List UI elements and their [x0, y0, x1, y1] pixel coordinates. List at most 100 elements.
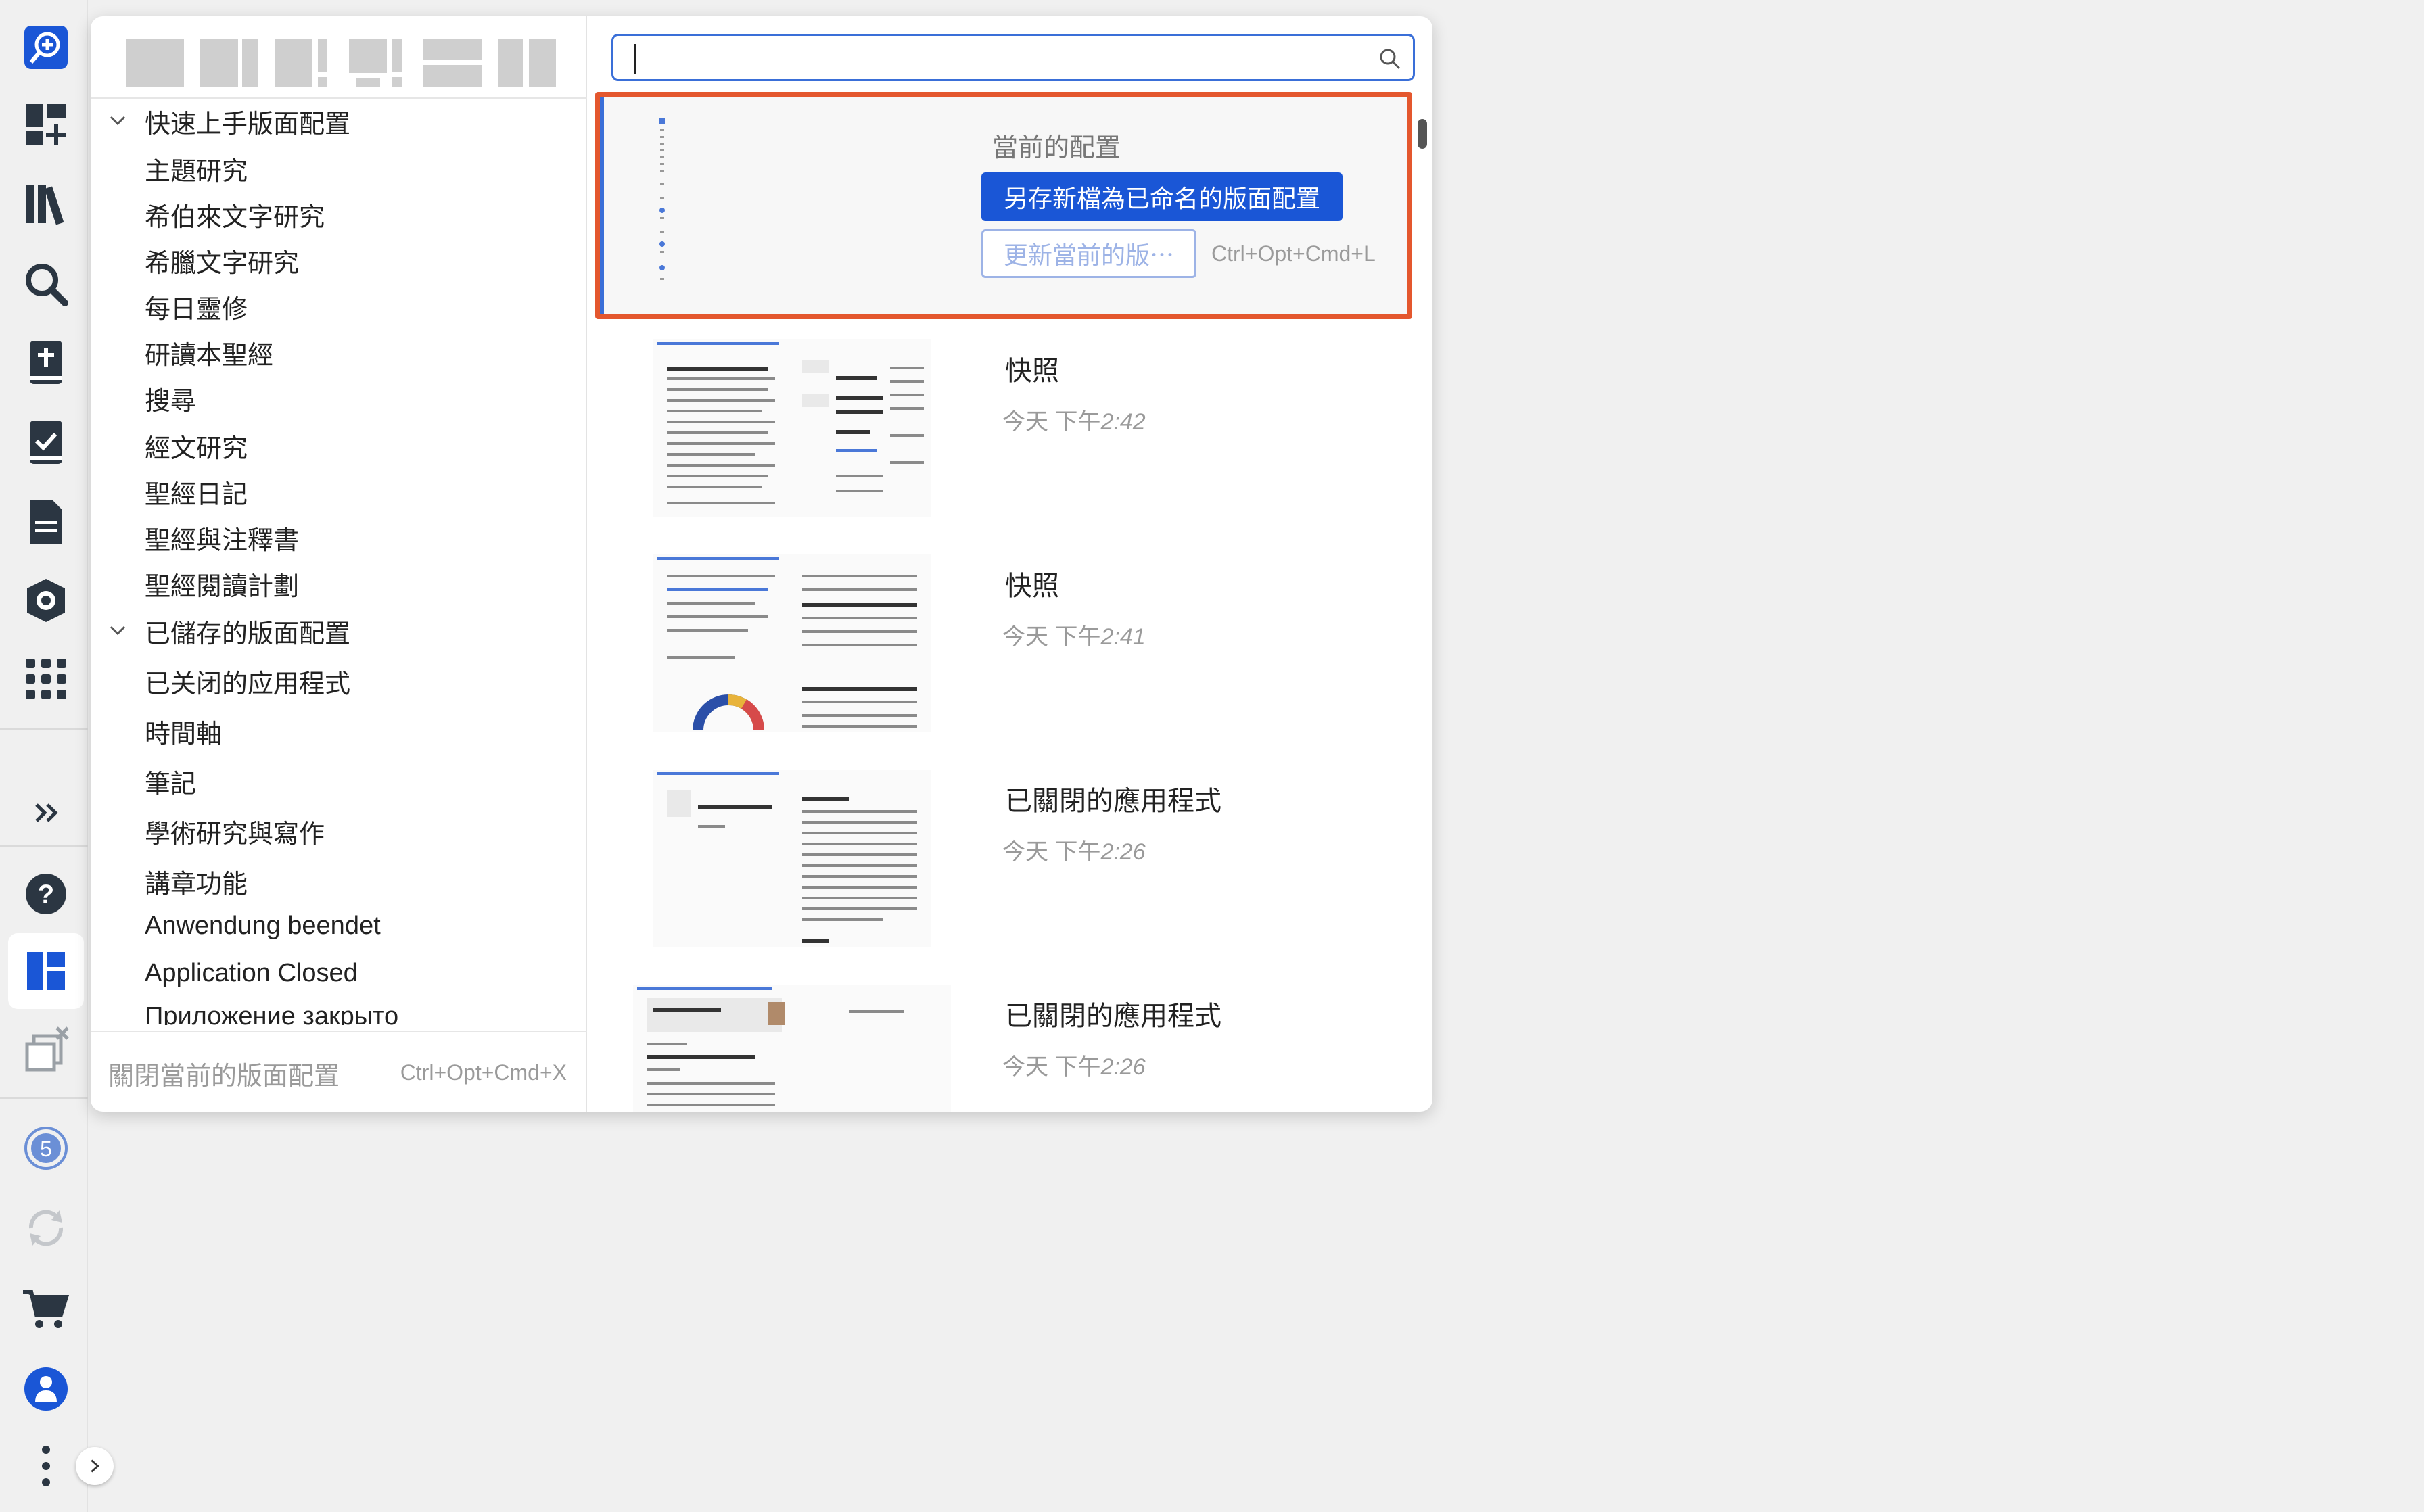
tree-item[interactable]: 研讀本聖經	[91, 330, 587, 375]
layout-entry-title: 快照	[1005, 356, 1059, 386]
layout-entry[interactable]: 快照 今天 下午2:42	[613, 329, 1397, 531]
tree-item[interactable]: 學術研究與寫作	[91, 809, 587, 853]
search-icon[interactable]	[18, 256, 74, 312]
layouts-panel: 快速上手版面配置 主題研究希伯來文字研究 希臘文字研究 每日靈修研讀本聖經搜尋經文研究…	[91, 16, 1432, 1112]
tree-item-label: Приложение закрыто	[145, 1002, 399, 1025]
layout-entry-title: 已關閉的應用程式	[1005, 786, 1221, 816]
sync-icon[interactable]	[18, 1200, 74, 1256]
layout-thumbnail	[653, 770, 931, 947]
icon-rail: ? 5	[0, 0, 114, 1512]
apps-grid-icon[interactable]	[18, 651, 74, 707]
cart-icon[interactable]	[18, 1279, 74, 1336]
layout-entry[interactable]: 快照 今天 下午2:41	[613, 544, 1397, 747]
layout-entry-day: 今天 下午	[1002, 624, 1101, 650]
layout-two-cols-split-button[interactable]	[275, 39, 334, 88]
tree-item-label: Anwendung beendet	[145, 911, 381, 940]
search-input[interactable]	[628, 43, 1359, 74]
tree-item-label: 經文研究	[145, 434, 248, 463]
tree-item[interactable]: 講章功能	[91, 859, 587, 903]
update-layout-shortcut: Ctrl+Opt+Cmd+L	[1211, 241, 1376, 266]
chevron-down-icon[interactable]	[104, 108, 131, 135]
search-icon	[1380, 49, 1401, 70]
layouts-icon[interactable]	[8, 933, 84, 1009]
factbook-icon[interactable]	[18, 572, 74, 629]
notification-count: 5	[40, 1137, 52, 1161]
tree-item-label: 搜尋	[145, 387, 197, 416]
update-current-layout-button[interactable]: 更新當前的版⋯	[981, 229, 1196, 278]
tree-item[interactable]: 希伯來文字研究	[91, 192, 587, 237]
tree-item[interactable]: 主題研究	[91, 146, 587, 191]
tree-item[interactable]: Application Closed	[91, 951, 587, 995]
tree-group[interactable]: 快速上手版面配置	[91, 99, 587, 143]
layout-two-cols-button[interactable]	[200, 39, 260, 88]
layouts-sidebar: 快速上手版面配置 主題研究希伯來文字研究 希臘文字研究 每日靈修研讀本聖經搜尋經文研究…	[91, 16, 587, 1112]
tree-item-label: 時間軸	[145, 719, 223, 749]
layout-side-by-side-button[interactable]	[498, 39, 557, 88]
layout-tree: 快速上手版面配置 主題研究希伯來文字研究 希臘文字研究 每日靈修研讀本聖經搜尋經文研究…	[91, 97, 587, 1040]
layout-entry-clock: 2:26	[1100, 839, 1146, 865]
expand-icon[interactable]	[18, 784, 74, 841]
layout-entry-day: 今天 下午	[1002, 1054, 1101, 1080]
tree-item[interactable]: 聖經與注釋書	[91, 515, 587, 560]
scrollbar-thumb[interactable]	[1418, 119, 1427, 149]
more-icon[interactable]	[18, 1438, 74, 1494]
layout-entry-clock: 2:41	[1100, 624, 1146, 650]
dashboard-add-icon[interactable]	[18, 96, 74, 153]
layout-entry-day: 今天 下午	[1002, 839, 1101, 865]
scrollbar[interactable]	[1418, 100, 1427, 1112]
search-field[interactable]	[611, 34, 1415, 81]
tree-item[interactable]: Anwendung beendet	[91, 903, 587, 948]
tree-item-label: 聖經閱讀計劃	[145, 572, 300, 601]
library-icon[interactable]	[18, 176, 74, 233]
tree-item[interactable]: 時間軸	[91, 709, 587, 753]
bible-icon[interactable]	[18, 334, 74, 391]
layout-single-button[interactable]	[126, 39, 185, 88]
notifications-icon[interactable]: 5	[18, 1120, 74, 1177]
layout-thumbnail	[653, 339, 931, 517]
layout-entry-day: 今天 下午	[1002, 409, 1101, 435]
current-layout-thumbnail	[659, 118, 665, 280]
tree-item-label: 希伯來文字研究	[145, 203, 325, 232]
document-icon[interactable]	[18, 494, 74, 550]
layout-buttons	[126, 31, 557, 96]
layout-entry-title: 快照	[1005, 571, 1059, 601]
save-as-named-layout-button[interactable]: 另存新檔為已命名的版面配置	[981, 172, 1343, 221]
current-layout-card: 當前的配置 另存新檔為已命名的版面配置 更新當前的版⋯ Ctrl+Opt+Cmd…	[595, 92, 1412, 319]
layout-entry[interactable]: 已關閉的應用程式 今天 下午2:26	[613, 759, 1397, 962]
chevron-down-icon[interactable]	[104, 617, 131, 644]
tree-item[interactable]: Приложение закрыто	[91, 998, 587, 1025]
layout-entry-time: 今天 下午2:41	[1002, 618, 1146, 651]
rail-collapse-button[interactable]	[76, 1447, 114, 1485]
tree-item-label: 快速上手版面配置	[145, 110, 351, 139]
svg-text:?: ?	[38, 880, 54, 909]
tree-item-label: 聖經與注釋書	[145, 526, 300, 555]
tree-item[interactable]: 已关闭的应用程式	[91, 659, 587, 703]
tree-item-label: 每日靈修	[145, 295, 248, 324]
new-tab-icon[interactable]	[18, 19, 74, 76]
tree-item-label: 筆記	[145, 770, 197, 799]
account-icon[interactable]	[18, 1361, 74, 1417]
tree-item[interactable]: 經文研究	[91, 423, 587, 468]
layout-entry-title: 已關閉的應用程式	[1005, 1001, 1221, 1031]
layout-entry[interactable]: 已關閉的應用程式 今天 下午2:26	[613, 974, 1397, 1112]
tree-item-label: 主題研究	[145, 157, 248, 186]
checklist-icon[interactable]	[18, 414, 74, 471]
tree-item[interactable]: 希臘文字研究	[91, 238, 587, 283]
layout-entry-clock: 2:42	[1100, 409, 1146, 435]
tree-item[interactable]: 每日靈修	[91, 284, 587, 329]
tree-item[interactable]: 聖經日記	[91, 469, 587, 514]
tree-item[interactable]: 聖經閱讀計劃	[91, 561, 587, 606]
tree-item-label: 希臘文字研究	[145, 249, 300, 278]
help-icon[interactable]: ?	[18, 866, 74, 922]
close-layout-label: 關閉當前的版面配置	[108, 1062, 340, 1091]
layout-two-rows-button[interactable]	[423, 39, 483, 88]
tree-group[interactable]: 已儲存的版面配置	[91, 609, 587, 653]
tree-item[interactable]: 筆記	[91, 759, 587, 803]
tree-item-label: 講章功能	[145, 870, 248, 899]
layout-grid-split-button[interactable]	[349, 39, 409, 88]
close-layout-row[interactable]: 關閉當前的版面配置 Ctrl+Opt+Cmd+X	[91, 1031, 587, 1112]
closed-windows-icon[interactable]	[18, 1021, 74, 1078]
tree-item-label: 聖經日記	[145, 480, 248, 509]
tree-item[interactable]: 搜尋	[91, 376, 587, 421]
chevron-right-icon	[91, 1459, 99, 1473]
